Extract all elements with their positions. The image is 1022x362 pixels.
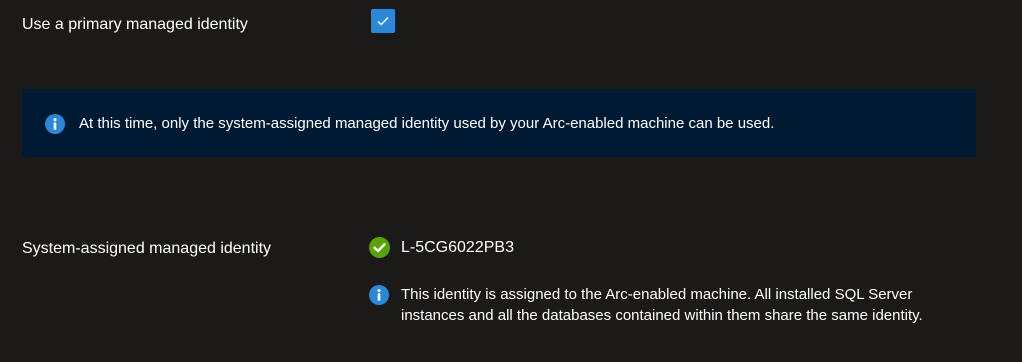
managed-identity-panel: Use a primary managed identity At this t… <box>0 0 1022 362</box>
primary-identity-checkbox[interactable] <box>371 9 395 33</box>
checkmark-icon <box>377 17 389 26</box>
info-icon <box>45 114 65 134</box>
system-identity-value: L-5CG6022PB3 <box>401 239 514 256</box>
info-banner-text: At this time, only the system-assigned m… <box>79 115 775 132</box>
info-banner: At this time, only the system-assigned m… <box>22 89 976 157</box>
info-icon <box>369 285 389 305</box>
check-circle-icon <box>369 237 390 258</box>
primary-identity-label: Use a primary managed identity <box>22 16 248 33</box>
identity-note: This identity is assigned to the Arc-ena… <box>401 286 923 324</box>
system-identity-label: System-assigned managed identity <box>22 240 272 257</box>
